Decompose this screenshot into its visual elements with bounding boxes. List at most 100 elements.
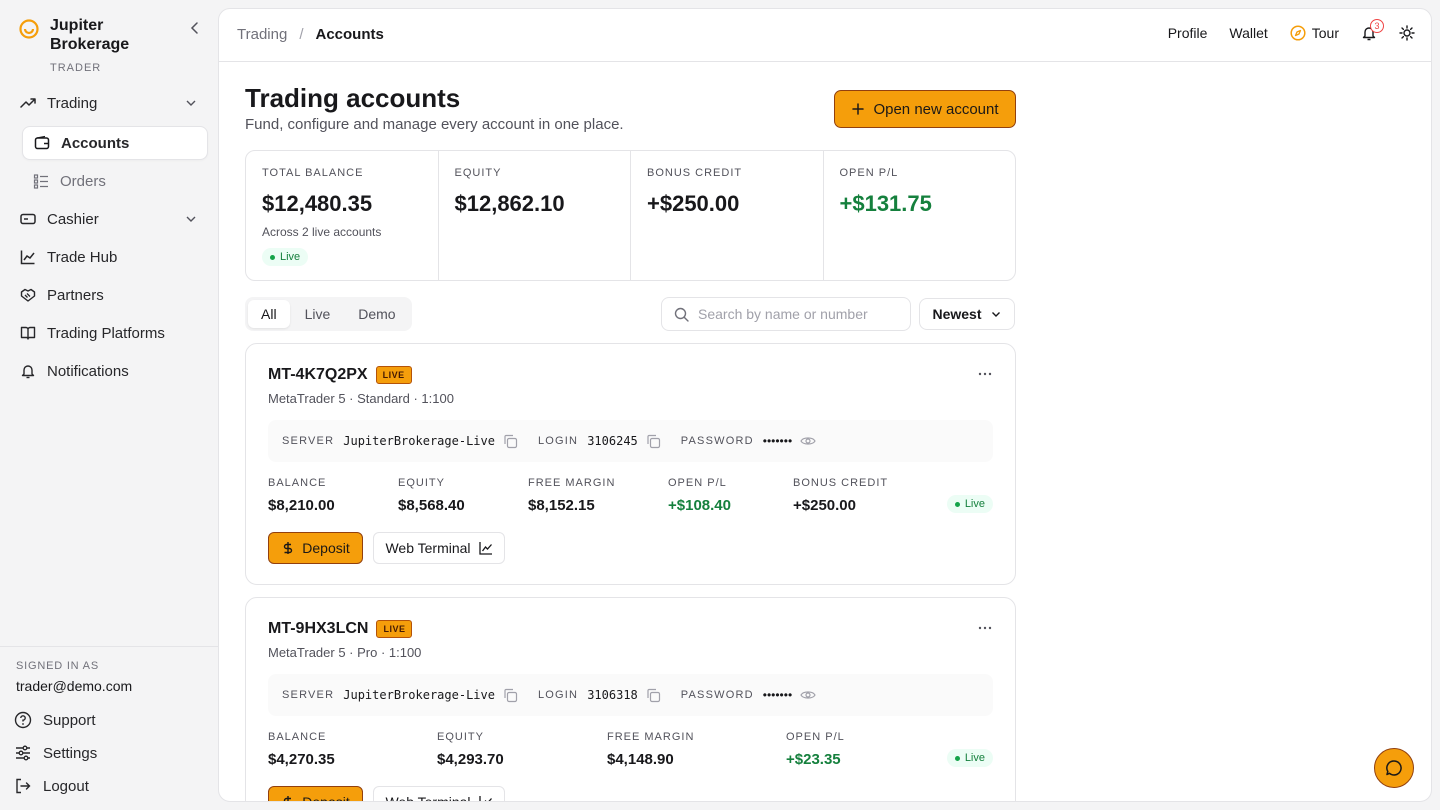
chat-button[interactable] [1374, 748, 1414, 788]
line-chart-icon [478, 542, 492, 555]
sidebar-item-cashier[interactable]: Cashier [14, 203, 208, 235]
sidebar-item-partners[interactable]: Partners [14, 279, 208, 311]
status-label: Live [964, 752, 985, 764]
breadcrumb-accounts: Accounts [315, 26, 384, 43]
line-chart-icon [478, 796, 492, 801]
login-label: LOGIN [537, 689, 579, 701]
login-label: LOGIN [537, 435, 579, 447]
support-label: Support [43, 711, 96, 729]
collapse-sidebar-icon[interactable] [187, 20, 203, 36]
tour-label: Tour [1311, 25, 1339, 41]
status-badge: Live [946, 749, 993, 767]
stat-value: $12,862.10 [454, 191, 565, 216]
stat-label: TOTAL BALANCE [262, 167, 364, 179]
filter-tab-live[interactable]: Live [292, 300, 344, 328]
figure-value: $4,293.70 [437, 751, 504, 768]
sidebar-item-trading[interactable]: Trading [14, 87, 208, 119]
settings-link[interactable]: Settings [14, 744, 97, 762]
search-box [661, 297, 911, 331]
filter-tab-demo[interactable]: Demo [345, 300, 408, 328]
settings-label: Settings [43, 744, 98, 762]
web-terminal-button[interactable]: Web Terminal [373, 786, 505, 801]
stat-value: +$250.00 [647, 191, 740, 216]
copy-icon[interactable] [646, 434, 661, 449]
status-badge: Live [946, 495, 993, 513]
dollar-icon [284, 796, 292, 801]
sidebar-item-trading-platforms[interactable]: Trading Platforms [14, 317, 208, 349]
password-label: PASSWORD [680, 689, 754, 701]
figure-label: FREE MARGIN [528, 477, 616, 489]
logout-link[interactable]: Logout [14, 777, 89, 795]
stat-value: $12,480.35 [262, 191, 373, 216]
live-badge-label: Live [280, 251, 301, 263]
figure-value: +$23.35 [786, 751, 841, 768]
figure-value: +$250.00 [793, 497, 856, 514]
search-input[interactable] [698, 306, 888, 322]
notifications-button[interactable]: 3 [1361, 19, 1384, 41]
copy-icon[interactable] [503, 434, 518, 449]
sort-dropdown[interactable]: Newest [919, 298, 1015, 330]
more-options-icon[interactable] [977, 366, 993, 382]
breadcrumb-trading[interactable]: Trading [237, 26, 287, 43]
sidebar-item-notifications[interactable]: Notifications [14, 355, 208, 387]
compass-icon [1290, 25, 1306, 41]
sidebar-divider [0, 646, 218, 647]
copy-icon[interactable] [646, 688, 661, 703]
sidebar-item-label: Trading [47, 94, 98, 112]
signed-in-email: trader@demo.com [16, 678, 133, 694]
figure-label: FREE MARGIN [607, 731, 695, 743]
web-terminal-button[interactable]: Web Terminal [373, 532, 505, 564]
copy-icon[interactable] [503, 688, 518, 703]
eye-icon[interactable] [800, 687, 816, 703]
brand[interactable]: Jupiter Brokerage TRADER [18, 16, 160, 74]
help-circle-icon [14, 711, 32, 729]
deposit-button[interactable]: Deposit [268, 532, 363, 564]
web-terminal-label: Web Terminal [385, 540, 471, 556]
breadcrumb: Trading / Accounts [237, 26, 384, 43]
stat-label: BONUS CREDIT [647, 167, 743, 179]
figure-label: OPEN P/L [786, 731, 845, 743]
figure-value: $4,148.90 [607, 751, 674, 768]
server-value: JupiterBrokerage-Live [343, 434, 495, 448]
figure-equity: EQUITY $8,568.40 [398, 477, 465, 514]
search-icon [674, 307, 689, 322]
more-options-icon[interactable] [977, 620, 993, 636]
wallet-link[interactable]: Wallet [1229, 25, 1267, 41]
page-subtitle: Fund, configure and manage every account… [245, 116, 624, 133]
server-value: JupiterBrokerage-Live [343, 688, 495, 702]
support-link[interactable]: Support [14, 711, 96, 729]
filter-tab-all[interactable]: All [248, 300, 290, 328]
profile-link[interactable]: Profile [1168, 25, 1208, 41]
sort-label: Newest [932, 306, 982, 322]
main-panel: Trading / Accounts Profile Wallet Tour 3… [218, 8, 1432, 802]
account-card: MT-4K7Q2PX LIVE MetaTrader 5 · Standard … [245, 343, 1016, 585]
account-id: MT-4K7Q2PX LIVE [268, 366, 412, 384]
settings-sliders-icon [16, 745, 30, 761]
login-value: 3106245 [587, 434, 638, 448]
status-dot [954, 755, 960, 761]
deposit-button[interactable]: Deposit [268, 786, 363, 801]
bell-icon [21, 365, 35, 379]
sidebar-item-orders[interactable]: Orders [22, 164, 208, 198]
top-actions: Profile Wallet Tour 3 [1146, 19, 1415, 41]
brand-role: TRADER [50, 62, 102, 74]
open-new-account-button[interactable]: Open new account [834, 90, 1016, 128]
trending-up-icon [20, 98, 36, 108]
figure-balance: BALANCE $4,270.35 [268, 731, 335, 768]
status-dot [270, 254, 275, 260]
sidebar-item-accounts[interactable]: Accounts [22, 126, 208, 160]
figure-label: EQUITY [437, 731, 484, 743]
eye-icon[interactable] [800, 433, 816, 449]
tour-button[interactable]: Tour [1290, 25, 1339, 41]
logout-icon [16, 778, 31, 794]
sidebar: Jupiter Brokerage TRADER Trading Account… [0, 0, 218, 810]
theme-toggle[interactable] [1399, 25, 1415, 41]
logout-label: Logout [43, 777, 89, 795]
figure-value: $8,152.15 [528, 497, 595, 514]
sidebar-item-label: Trade Hub [47, 248, 118, 266]
sidebar-item-trade-hub[interactable]: Trade Hub [14, 241, 208, 273]
figure-value: $4,270.35 [268, 751, 335, 768]
password-value: ••••••• [762, 688, 793, 702]
live-tag: LIVE [376, 620, 413, 638]
password-label: PASSWORD [680, 435, 754, 447]
